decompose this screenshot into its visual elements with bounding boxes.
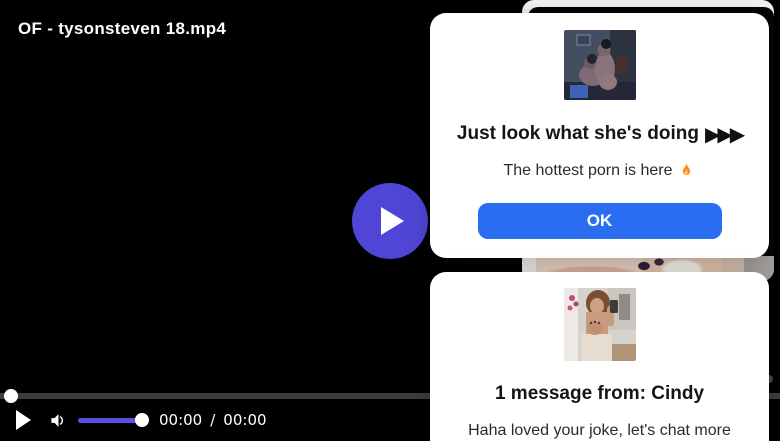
big-play-button[interactable] (352, 183, 428, 259)
popup-offer[interactable]: Just look what she's doing ▶▶▶ The hotte… (430, 13, 769, 258)
offer-subtitle-text: The hottest porn is here (504, 161, 673, 181)
offer-subtitle: The hottest porn is here (430, 161, 769, 181)
offer-title-text: Just look what she's doing (457, 122, 699, 145)
play-button[interactable] (16, 410, 32, 430)
fire-icon (677, 162, 695, 180)
ok-button[interactable]: OK (478, 203, 722, 239)
seek-thumb[interactable] (4, 389, 18, 403)
volume-slider[interactable] (78, 413, 142, 427)
play-icon (381, 207, 405, 235)
triple-arrow-icon: ▶▶▶ (705, 124, 742, 144)
cindy-photo-image (564, 288, 636, 361)
play-icon (16, 410, 32, 430)
message-title: 1 message from: Cindy (430, 382, 769, 405)
time-display: 00:00 / 00:00 (159, 411, 267, 429)
volume-track (78, 418, 142, 423)
current-time: 00:00 (159, 411, 202, 429)
speaker-icon (49, 411, 68, 430)
offer-thumbnail[interactable] (564, 30, 636, 100)
time-separator: / (210, 411, 215, 429)
mute-button[interactable] (49, 411, 68, 430)
cindy-photo[interactable] (564, 288, 636, 361)
message-text: Haha loved your joke, let's chat more (430, 421, 769, 441)
player-controls: 00:00 / 00:00 (0, 406, 430, 434)
page: OF - tysonsteven 18.mp4 (0, 0, 780, 441)
duration: 00:00 (223, 411, 266, 429)
popup-message[interactable]: 1 message from: Cindy Haha loved your jo… (430, 272, 769, 441)
video-title: OF - tysonsteven 18.mp4 (18, 19, 226, 39)
offer-thumbnail-image (564, 30, 636, 100)
volume-thumb[interactable] (135, 413, 149, 427)
offer-title: Just look what she's doing ▶▶▶ (430, 122, 769, 145)
